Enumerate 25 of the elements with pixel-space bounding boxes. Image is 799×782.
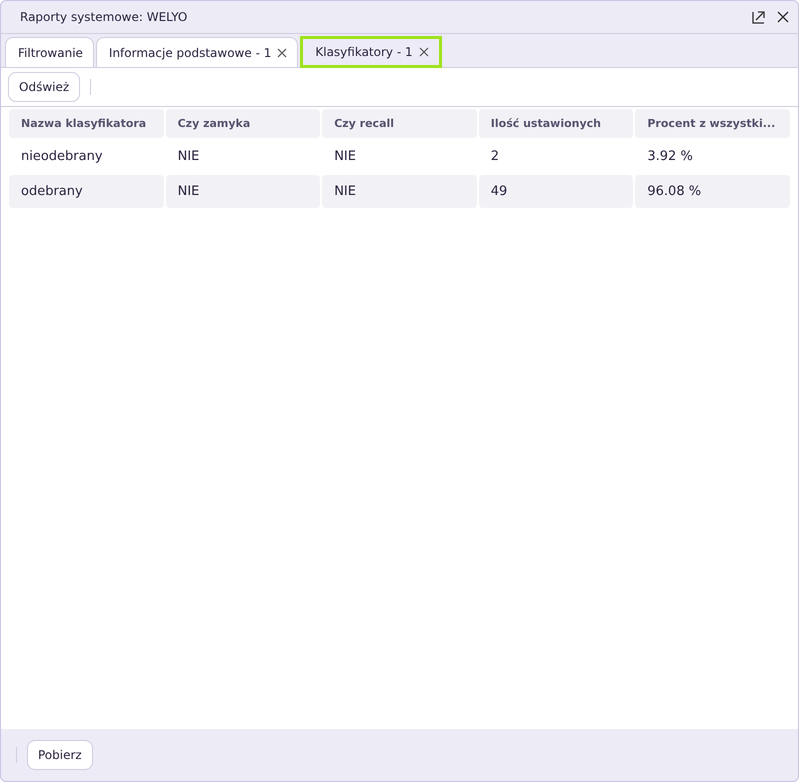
popout-icon[interactable] <box>752 10 766 24</box>
close-icon[interactable] <box>418 47 429 57</box>
refresh-button[interactable]: Odśwież <box>8 72 80 102</box>
close-icon[interactable] <box>277 48 288 58</box>
column-header[interactable]: Czy zamyka <box>166 109 320 138</box>
table-cell: odebrany <box>9 175 164 208</box>
table-cell: 49 <box>478 175 634 208</box>
table-cell-text: nieodebrany <box>20 148 104 166</box>
table-cell: NIE <box>166 175 320 208</box>
table-cell-text: NIE <box>176 148 200 166</box>
column-header[interactable]: Procent z wszystki... <box>635 109 790 138</box>
column-header[interactable]: Ilość ustawionych <box>478 109 634 138</box>
table-cell-text: 2 <box>490 148 500 166</box>
table-cell: 96.08 % <box>635 175 790 208</box>
tab[interactable]: Klasyfikatory - 1 <box>300 36 442 68</box>
tab[interactable]: Filtrowanie <box>5 37 94 67</box>
table-cell-text: NIE <box>333 148 357 166</box>
download-button[interactable]: Pobierz <box>27 740 93 770</box>
column-header[interactable]: Czy recall <box>322 109 477 138</box>
table-cell: NIE <box>322 175 477 208</box>
column-header[interactable]: Nazwa klasyfikatora <box>9 109 164 138</box>
close-icon[interactable] <box>776 10 790 24</box>
tab[interactable]: Informacje podstawowe - 1 <box>96 37 298 67</box>
table-cell-text: 3.92 % <box>646 148 694 166</box>
window-title: Raporty systemowe: WELYO <box>20 10 188 24</box>
